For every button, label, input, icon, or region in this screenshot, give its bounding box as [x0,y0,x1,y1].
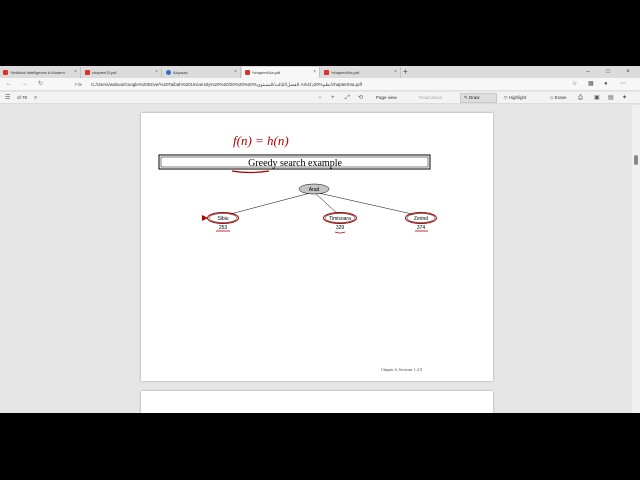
highlight-label: Highlight [508,95,527,100]
tab-chapter04a-active[interactable]: *chapter04a.pdf × [242,67,320,78]
tab-label: *chapter04a.pdf [252,70,281,75]
pdf-icon [3,70,8,75]
draw-label: Draw [469,95,480,100]
tab-label: Alquaza [173,70,188,75]
rotate-button[interactable]: ⟲ [358,92,363,104]
child-node-value: 374 [417,225,426,231]
draw-button[interactable]: ✎ Draw [460,93,497,103]
close-icon[interactable]: × [313,67,316,78]
tab-chapter03[interactable]: chapter03.pdf × [82,67,162,78]
pdf-icon [85,70,90,75]
pdf-icon [324,70,329,75]
scrollbar[interactable] [632,105,640,413]
page-count[interactable]: of 78 [17,92,27,104]
collections-icon[interactable]: ▦ [588,78,594,91]
slide-content: f(n) = h(n) Greedy search example Arad S… [158,133,437,234]
pin-icon[interactable]: ✦ [622,92,627,104]
tab-label: chapter03.pdf [92,70,117,75]
save-as-icon[interactable]: ▤ [608,92,614,104]
highlight-button[interactable]: ▽ Highlight [504,92,526,104]
close-window-button[interactable]: × [618,66,638,78]
close-icon[interactable]: × [234,67,237,78]
pdf-page: f(n) = h(n) Greedy search example Arad S… [141,113,493,381]
more-menu-icon[interactable]: ⋯ [620,78,626,91]
handwritten-annotation: f(n) = h(n) [233,133,289,148]
title-underline-stroke [231,170,270,174]
tree-edge [222,191,315,217]
close-icon[interactable]: × [394,67,397,78]
table-of-contents-icon[interactable]: ☰ [5,92,10,104]
favorites-star-icon[interactable]: ☆ [572,78,577,91]
print-icon[interactable]: ⎙ [578,92,583,104]
address-bar: ← → ↻ File C:/Users/wabua/Google%20Drive… [0,78,640,91]
pdf-icon [245,70,250,75]
child-node-value: 253 [219,225,228,231]
tab-label: *chapter04a.pdf [331,70,360,75]
slide-title: Greedy search example [248,158,342,169]
child-node-label: Sibiu [217,216,228,222]
tab-chapter04a[interactable]: *chapter04a.pdf × [321,67,401,78]
minimize-button[interactable]: – [578,66,598,78]
close-icon[interactable]: × [74,67,77,78]
fit-page-button[interactable]: ⤢ [345,92,350,104]
new-tab-button[interactable]: + [403,66,408,78]
erase-label: Erase [554,95,567,100]
tab-strip: *Artificial Intelligence A Modern × chap… [0,66,640,78]
maximize-button[interactable]: □ [598,66,618,78]
tab-label: *Artificial Intelligence A Modern [10,70,65,75]
scrollbar-thumb[interactable] [634,155,638,165]
tab-ai-modern[interactable]: *Artificial Intelligence A Modern × [0,67,81,78]
page-view-button[interactable]: Page view [376,92,397,104]
pdf-toolbar: ☰ of 78 ⌕ − + ⤢ ⟲ Page view Read aloud ✎… [0,92,640,104]
zoom-out-button[interactable]: − [318,92,322,104]
file-scheme-label: File [75,82,83,87]
refresh-button[interactable]: ↻ [38,78,43,91]
erase-button[interactable]: ◇ Erase [550,92,566,104]
tab-alquaza[interactable]: Alquaza × [163,67,241,78]
url-field[interactable]: C:/Users/wabua/Google%20Drive/%20Taibah%… [91,78,362,91]
ink-underline-stroke [334,231,346,234]
root-node-label: Arad [309,187,320,193]
slide-footer: Chapter 4, Sections 1–2 8 [381,367,423,372]
profile-icon[interactable]: ● [604,78,608,91]
save-icon[interactable]: ▣ [594,92,600,104]
read-aloud-button[interactable]: Read aloud [419,92,442,104]
tree-edge [313,191,422,217]
close-icon[interactable]: × [155,67,158,78]
forward-button[interactable]: → [22,78,28,91]
globe-icon [166,70,171,75]
pdf-page-next [141,391,493,413]
zoom-in-button[interactable]: + [331,92,335,104]
pdf-document-area[interactable]: f(n) = h(n) Greedy search example Arad S… [0,105,632,413]
browser-window: *Artificial Intelligence A Modern × chap… [0,66,640,413]
child-node-value: 329 [336,225,345,231]
ink-arrow-stroke [202,215,208,221]
child-node-label: Zerind [414,216,428,222]
child-node-label: Timisoara [329,216,351,222]
back-button[interactable]: ← [6,78,12,91]
search-icon[interactable]: ⌕ [34,92,37,104]
